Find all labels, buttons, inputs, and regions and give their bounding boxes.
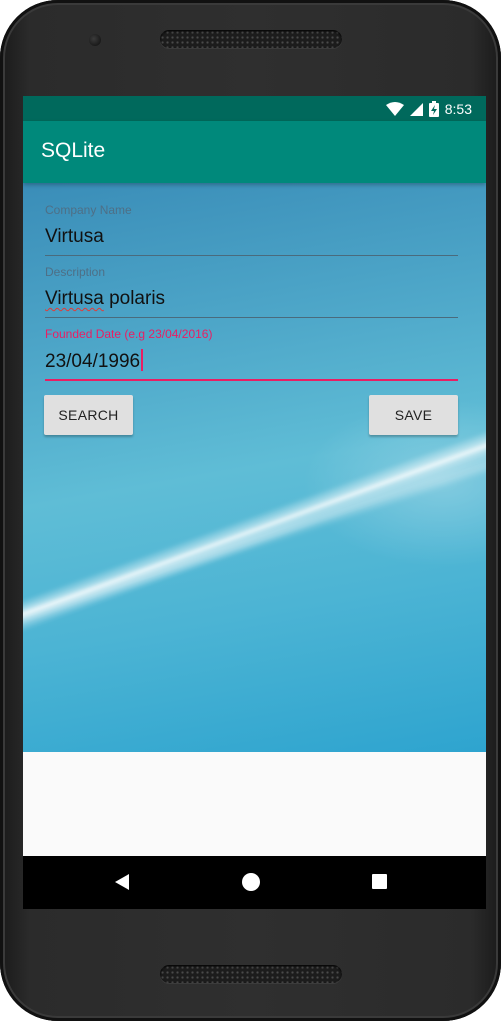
save-button[interactable]: SAVE [369, 395, 458, 435]
search-button[interactable]: SEARCH [44, 395, 133, 435]
description-field[interactable]: Description Virtusa polaris [45, 265, 458, 318]
company-name-input[interactable]: Virtusa [45, 225, 458, 249]
founded-date-input[interactable]: 23/04/1996 [45, 349, 458, 374]
description-input[interactable]: Virtusa polaris [45, 287, 458, 311]
founded-date-underline [45, 379, 458, 381]
app-bar: SQLite [23, 121, 486, 183]
battery-charging-icon [428, 101, 439, 117]
status-icons: 8:53 [385, 99, 472, 119]
screen: 8:53 SQLite Company Name Virtusa Descrip… [23, 96, 486, 909]
description-underline [45, 317, 458, 318]
cell-signal-icon [409, 102, 423, 116]
back-icon[interactable] [115, 874, 129, 890]
founded-date-label: Founded Date (e.g 23/04/2016) [45, 327, 213, 341]
form-area: Company Name Virtusa Description Virtusa… [23, 183, 486, 752]
misspelled-word: Virtusa [45, 288, 104, 309]
top-speaker [160, 30, 342, 48]
description-value-rest: polaris [103, 288, 166, 309]
text-cursor [141, 349, 144, 371]
founded-date-field[interactable]: Founded Date (e.g 23/04/2016) 23/04/1996 [45, 327, 458, 381]
company-name-label: Company Name [45, 203, 132, 217]
home-icon[interactable] [242, 873, 260, 891]
company-name-field[interactable]: Company Name Virtusa [45, 203, 458, 256]
status-time: 8:53 [444, 101, 472, 117]
company-name-underline [45, 255, 458, 256]
wifi-icon [385, 102, 404, 116]
phone-frame: 8:53 SQLite Company Name Virtusa Descrip… [0, 0, 501, 1021]
founded-date-value: 23/04/1996 [45, 351, 141, 372]
navigation-bar [23, 856, 486, 909]
bottom-speaker [160, 965, 342, 983]
recent-apps-icon[interactable] [372, 874, 387, 889]
front-camera [89, 34, 101, 46]
status-bar: 8:53 [23, 96, 486, 121]
description-label: Description [45, 265, 106, 279]
app-title: SQLite [41, 139, 106, 162]
